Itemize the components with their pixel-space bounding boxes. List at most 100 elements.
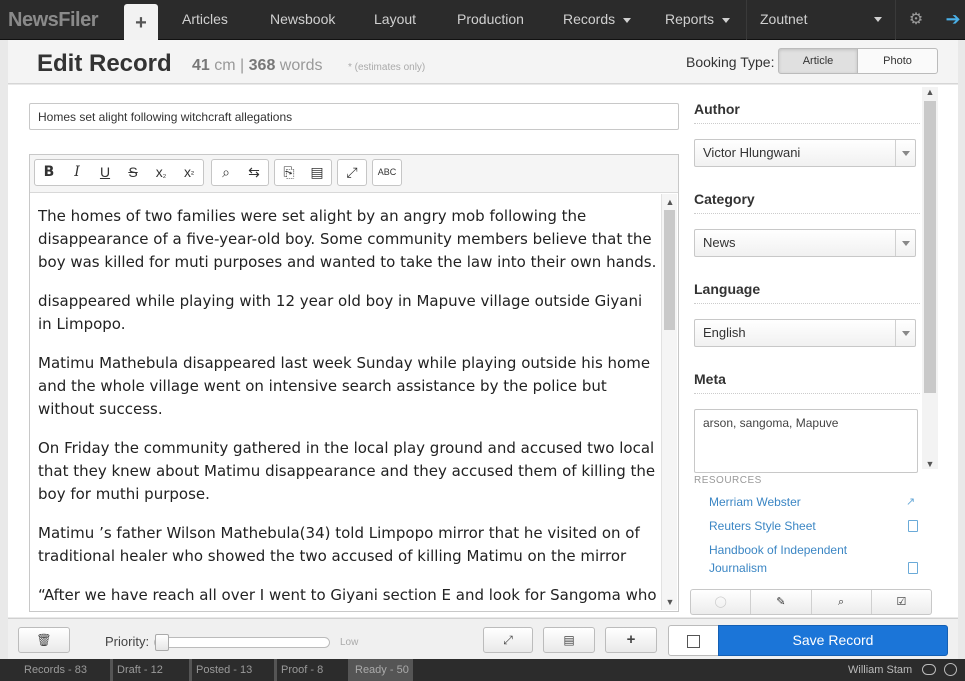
status-posted[interactable]: Posted - 13 (189, 659, 252, 681)
priority-slider[interactable] (154, 634, 330, 651)
brand-logo[interactable]: NewsFiler (8, 9, 98, 32)
superscript-button[interactable]: x² (175, 160, 203, 185)
superscript-mark: ² (191, 169, 194, 179)
nav-articles[interactable]: Articles (182, 0, 228, 40)
record-stats: 41 cm | 368 words (192, 57, 322, 75)
cm-value: 41 (192, 57, 210, 74)
body-paragraph: “After we have reach all over I went to … (38, 586, 657, 604)
find-icon[interactable]: ⌕ (212, 160, 240, 185)
format-group: B I U S x₂ x² (34, 159, 204, 186)
author-select[interactable]: Victor Hlungwani (694, 139, 916, 167)
underline-button[interactable]: U (91, 160, 119, 185)
current-user[interactable]: William Stam (848, 659, 912, 681)
stats-separator: | (240, 57, 245, 74)
save-record-button[interactable]: Save Record (718, 625, 948, 656)
chevron-down-icon (895, 320, 915, 346)
body-paragraph: Matimu Mathebula disappeared last week S… (38, 354, 651, 418)
italic-button[interactable]: I (63, 160, 91, 185)
source-icon[interactable]: ⎘ (275, 160, 303, 185)
category-select[interactable]: News (694, 229, 916, 257)
search-icon[interactable]: ⌕ (812, 590, 872, 614)
resource-link-handbook[interactable]: Handbook of Independent Journalism (709, 541, 899, 577)
nav-production[interactable]: Production (457, 0, 524, 40)
chat-icon[interactable] (922, 664, 936, 675)
sidebar-scrollbar[interactable]: ▲ ▼ (922, 87, 938, 469)
resource-link-reuters[interactable]: Reuters Style Sheet (709, 517, 816, 535)
nav-newsbook[interactable]: Newsbook (270, 0, 335, 40)
nav-reports[interactable]: Reports (665, 0, 731, 40)
editor-scrollbar[interactable]: ▲ ▼ (661, 194, 677, 610)
nav-records-label: Records (563, 11, 616, 27)
new-record-tab[interactable]: + (124, 4, 158, 44)
document-icon[interactable] (908, 562, 918, 574)
select-checkbox-button[interactable] (668, 625, 720, 656)
strikethrough-button[interactable]: S (119, 160, 147, 185)
status-draft[interactable]: Draft - 12 (110, 659, 163, 681)
sidebar-tools: ◯ ✎ ⌕ ☑ (690, 589, 932, 615)
scroll-down-icon[interactable]: ▼ (665, 597, 675, 607)
resource-link-merriam-webster[interactable]: Merriam Webster (709, 493, 801, 511)
meta-input[interactable]: arson, sangoma, Mapuve (694, 409, 918, 473)
records-label: Records - (24, 664, 72, 676)
divider (694, 123, 920, 124)
language-value: English (703, 325, 746, 340)
scroll-up-icon[interactable]: ▲ (665, 197, 675, 207)
booking-photo-button[interactable]: Photo (857, 48, 938, 74)
replace-icon[interactable]: ⇆ (240, 160, 268, 185)
gear-icon[interactable]: ⚙ (906, 10, 926, 30)
status-ready[interactable]: Ready - 50 (348, 659, 413, 681)
status-proof[interactable]: Proof - 8 (274, 659, 323, 681)
check-square-icon[interactable]: ☑ (872, 590, 931, 614)
scroll-up-icon[interactable]: ▲ (925, 87, 935, 97)
add-button[interactable]: + (605, 627, 657, 653)
preview-button[interactable]: ▤ (543, 627, 595, 653)
booking-article-button[interactable]: Article (778, 48, 858, 74)
plus-icon: + (626, 631, 636, 648)
superscript-x: x (184, 164, 191, 180)
divider (694, 213, 920, 214)
words-value: 368 (248, 57, 276, 74)
globe-icon[interactable] (944, 663, 957, 676)
chevron-down-icon (874, 17, 882, 22)
proof-label: Proof - (281, 664, 315, 676)
status-bar: Records - 83 Draft - 12 Posted - 13 Proo… (0, 659, 965, 681)
bold-button[interactable]: B (35, 160, 63, 185)
divider (694, 393, 920, 394)
subscript-x: x (155, 164, 163, 180)
external-link-icon[interactable]: ↗ (906, 495, 915, 508)
spellcheck-icon[interactable]: ABC (373, 160, 401, 185)
scroll-down-icon[interactable]: ▼ (925, 459, 935, 469)
maximize-icon[interactable]: ⤢ (338, 160, 366, 185)
templates-icon[interactable]: ▤ (303, 160, 331, 185)
chat-bubble-icon[interactable]: ◯ (691, 590, 752, 614)
edit-check-icon[interactable]: ✎ (751, 590, 812, 614)
nav-zoutnet-label: Zoutnet (760, 11, 808, 27)
subscript-button[interactable]: x₂ (147, 160, 175, 185)
page-title: Edit Record (37, 50, 172, 77)
nav-divider (746, 0, 747, 40)
nav-layout[interactable]: Layout (374, 0, 416, 40)
delete-button[interactable]: 🗑 (18, 627, 70, 653)
estimate-note: * (estimates only) (348, 62, 426, 73)
headline-input[interactable]: Homes set alight following witchcraft al… (29, 103, 679, 130)
chevron-down-icon (895, 230, 915, 256)
ready-count: 50 (396, 664, 409, 676)
chevron-down-icon (895, 140, 915, 166)
editor-content[interactable]: The homes of two families were set aligh… (38, 205, 658, 609)
nav-zoutnet[interactable]: Zoutnet (760, 0, 886, 40)
posted-label: Posted - (196, 664, 237, 676)
draft-count: 12 (150, 664, 163, 676)
subscript-mark: ₂ (162, 169, 167, 179)
divider (694, 303, 920, 304)
logout-icon[interactable]: ➔ (943, 8, 963, 30)
nav-records[interactable]: Records (563, 0, 632, 40)
checkbox[interactable] (687, 635, 700, 648)
status-records[interactable]: Records - 83 (24, 659, 87, 681)
card-icon: ▤ (563, 633, 575, 647)
language-select[interactable]: English (694, 319, 916, 347)
scroll-thumb[interactable] (664, 210, 675, 330)
priority-slider-handle[interactable] (155, 634, 169, 651)
fullscreen-button[interactable]: ⤢ (483, 627, 533, 653)
document-icon[interactable] (908, 520, 918, 532)
scroll-thumb[interactable] (924, 101, 936, 393)
